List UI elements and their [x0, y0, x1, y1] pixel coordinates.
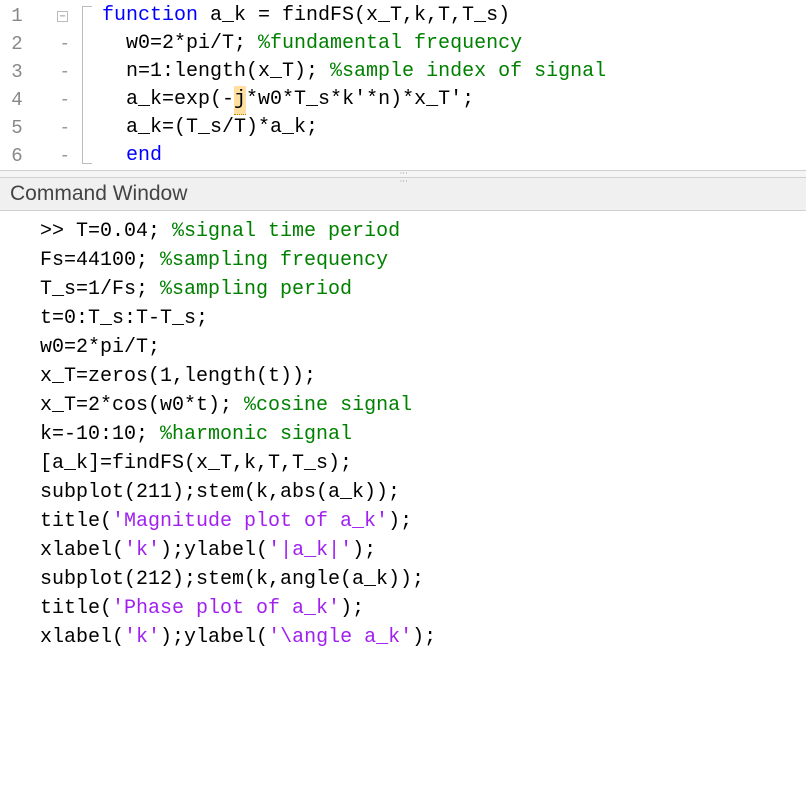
- string: 'Phase plot of a_k': [112, 597, 340, 620]
- code-line[interactable]: end: [72, 142, 806, 170]
- line-number: 4: [0, 86, 34, 114]
- comment: %harmonic signal: [160, 423, 352, 446]
- pane-divider[interactable]: [0, 170, 806, 178]
- comment: %sampling frequency: [160, 249, 388, 272]
- comment: %cosine signal: [244, 394, 412, 417]
- code-line[interactable]: a_k=(T_s/T)*a_k;: [72, 114, 806, 142]
- code-text: title(: [40, 597, 112, 620]
- code-text: a_k = findFS(x_T,k,T,T_s): [198, 2, 510, 30]
- line-number: 1: [0, 2, 34, 30]
- command-line[interactable]: [a_k]=findFS(x_T,k,T,T_s);: [40, 449, 806, 478]
- command-line[interactable]: x_T=zeros(1,length(t));: [40, 362, 806, 391]
- command-line[interactable]: t=0:T_s:T-T_s;: [40, 304, 806, 333]
- line-number: 5: [0, 114, 34, 142]
- command-line[interactable]: w0=2*pi/T;: [40, 333, 806, 362]
- code-text: xlabel(: [40, 539, 124, 562]
- code-text: T_s=1/Fs;: [40, 278, 160, 301]
- code-text: x_T=zeros(1,length(t));: [40, 365, 316, 388]
- code-text: *w0*T_s*k'*n)*x_T';: [246, 86, 474, 114]
- string: 'Magnitude plot of a_k': [112, 510, 388, 533]
- line-number: 2: [0, 30, 34, 58]
- warning-highlight: j: [234, 86, 246, 115]
- command-line[interactable]: title('Magnitude plot of a_k');: [40, 507, 806, 536]
- code-line[interactable]: function a_k = findFS(x_T,k,T,T_s): [72, 2, 806, 30]
- fold-marker: -: [34, 58, 70, 86]
- code-text: );: [412, 626, 436, 649]
- code-text: Fs=44100;: [40, 249, 160, 272]
- string: '|a_k|': [268, 539, 352, 562]
- string: '\angle a_k': [268, 626, 412, 649]
- string: 'k': [124, 539, 160, 562]
- code-text: a_k=(T_s/T)*a_k;: [102, 114, 318, 142]
- code-text: x_T=2*cos(w0*t);: [40, 394, 244, 417]
- code-text: xlabel(: [40, 626, 124, 649]
- fold-gutter: − - - - - -: [34, 0, 70, 170]
- code-text: n=1:length(x_T);: [102, 58, 330, 86]
- fold-marker: -: [34, 114, 70, 142]
- code-text: subplot(212);stem(k,angle(a_k));: [40, 568, 424, 591]
- code-line[interactable]: n=1:length(x_T); %sample index of signal: [72, 58, 806, 86]
- code-text: );: [388, 510, 412, 533]
- code-fold-bracket: [82, 6, 92, 164]
- comment: %fundamental frequency: [258, 30, 522, 58]
- code-text: title(: [40, 510, 112, 533]
- code-text: T=0.04;: [76, 220, 172, 243]
- command-line[interactable]: title('Phase plot of a_k');: [40, 594, 806, 623]
- command-line[interactable]: T_s=1/Fs; %sampling period: [40, 275, 806, 304]
- command-line[interactable]: subplot(211);stem(k,abs(a_k));: [40, 478, 806, 507]
- code-text: );ylabel(: [160, 626, 268, 649]
- prompt: >>: [40, 220, 76, 243]
- code-text: );ylabel(: [160, 539, 268, 562]
- code-text: );: [352, 539, 376, 562]
- code-line[interactable]: w0=2*pi/T; %fundamental frequency: [72, 30, 806, 58]
- comment: %sample index of signal: [330, 58, 606, 86]
- code-text: [102, 142, 126, 170]
- code-text: w0=2*pi/T;: [102, 30, 258, 58]
- command-window[interactable]: >> T=0.04; %signal time period Fs=44100;…: [0, 211, 806, 658]
- line-number: 6: [0, 142, 34, 170]
- code-text: w0=2*pi/T;: [40, 336, 160, 359]
- command-line[interactable]: >> T=0.04; %signal time period: [40, 217, 806, 246]
- comment: %signal time period: [172, 220, 400, 243]
- comment: %sampling period: [160, 278, 352, 301]
- code-text: k=-10:10;: [40, 423, 160, 446]
- keyword: end: [126, 142, 162, 170]
- drag-handle-icon: [388, 172, 418, 177]
- command-line[interactable]: xlabel('k');ylabel('\angle a_k');: [40, 623, 806, 652]
- code-line[interactable]: a_k=exp(-j*w0*T_s*k'*n)*x_T';: [72, 86, 806, 114]
- fold-toggle[interactable]: −: [34, 2, 70, 30]
- code-text: [a_k]=findFS(x_T,k,T,T_s);: [40, 452, 352, 475]
- fold-marker: -: [34, 142, 70, 170]
- command-line[interactable]: xlabel('k');ylabel('|a_k|');: [40, 536, 806, 565]
- code-text: t=0:T_s:T-T_s;: [40, 307, 208, 330]
- string: 'k': [124, 626, 160, 649]
- fold-marker: -: [34, 86, 70, 114]
- line-number-gutter: 1 2 3 4 5 6: [0, 0, 34, 170]
- line-number: 3: [0, 58, 34, 86]
- keyword: function: [102, 2, 198, 30]
- command-line[interactable]: subplot(212);stem(k,angle(a_k));: [40, 565, 806, 594]
- command-line[interactable]: Fs=44100; %sampling frequency: [40, 246, 806, 275]
- command-line[interactable]: x_T=2*cos(w0*t); %cosine signal: [40, 391, 806, 420]
- code-text: subplot(211);stem(k,abs(a_k));: [40, 481, 400, 504]
- code-text: );: [340, 597, 364, 620]
- editor-pane: 1 2 3 4 5 6 − - - - - - function a_k = f…: [0, 0, 806, 170]
- fold-marker: -: [34, 30, 70, 58]
- code-text: a_k=exp(-: [102, 86, 234, 114]
- command-line[interactable]: k=-10:10; %harmonic signal: [40, 420, 806, 449]
- code-editor[interactable]: function a_k = findFS(x_T,k,T,T_s) w0=2*…: [70, 0, 806, 170]
